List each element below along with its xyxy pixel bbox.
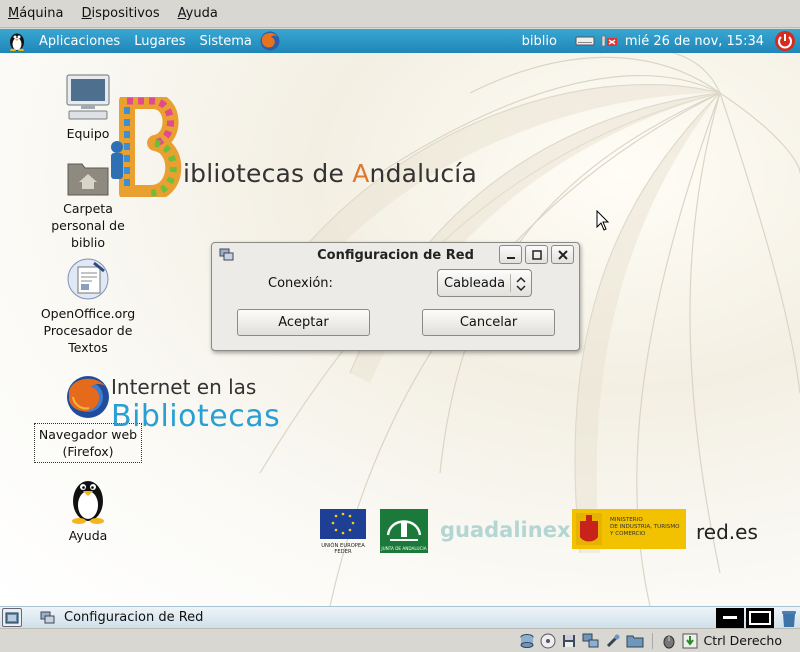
user-name[interactable]: biblio <box>522 34 557 49</box>
menu-maquina-rest: áquina <box>19 6 64 21</box>
minimize-button[interactable] <box>499 245 522 264</box>
desktop-icon-ayuda[interactable]: Ayuda <box>28 473 148 544</box>
sponsors-bar: UNIÓN EUROPEA FEDER JUNTA DE ANDALUCIA g… <box>318 507 778 555</box>
workspace-window-mark <box>749 610 771 625</box>
biblio-word-end: ndalucía <box>369 159 477 188</box>
network-adapter-icon[interactable] <box>582 633 600 649</box>
menu-lugares[interactable]: Lugares <box>127 34 192 49</box>
volume-muted-icon[interactable] <box>601 34 619 48</box>
mouse-pointer-icon <box>596 209 610 236</box>
desktop-icon-label: Carpeta personal de biblio <box>51 201 125 250</box>
separator <box>652 632 654 649</box>
firefox-launcher-icon[interactable] <box>259 30 281 52</box>
cancel-button[interactable]: Cancelar <box>422 309 555 336</box>
cd-icon[interactable] <box>540 633 556 649</box>
network-window-icon <box>219 248 235 266</box>
accept-button[interactable]: Aceptar <box>237 309 370 336</box>
desktop-icon-openoffice-writer[interactable]: OpenOffice.org Procesador de Textos <box>28 255 148 356</box>
shared-folders-icon[interactable] <box>626 633 644 649</box>
biblio-b-logo <box>111 93 182 201</box>
connection-label: Conexión: <box>268 276 333 291</box>
desktop-icon-label: Ayuda <box>68 528 108 543</box>
network-config-dialog: Configuracion de Red Conexión: Cableada … <box>211 242 580 351</box>
ue-line1: UNIÓN EUROPEA <box>321 542 365 549</box>
vbox-statusbar: Ctrl Derecho <box>0 628 800 652</box>
junta-text: JUNTA DE ANDALUCIA <box>380 546 426 551</box>
maximize-button[interactable] <box>525 245 548 264</box>
bibliotecas-andalucia-text: ibliotecas de Andalucía <box>183 159 477 188</box>
ministerio-line2: DE INDUSTRIA, TURISMO <box>610 524 680 530</box>
shutdown-icon[interactable] <box>774 30 796 52</box>
updown-arrow-icon <box>516 276 526 296</box>
biblio-word-a: A <box>352 159 370 188</box>
taskbar-item-network-config[interactable]: Configuracion de Red <box>40 610 203 625</box>
close-button[interactable] <box>551 245 574 264</box>
hard-disk-icon[interactable] <box>519 633 535 649</box>
workspace-window-mark <box>723 616 737 619</box>
top-panel: Aplicaciones Lugares Sistema biblio mié … <box>0 29 800 53</box>
menu-maquina[interactable]: Máquina <box>6 4 66 23</box>
eu-flag-logo <box>320 509 366 539</box>
internet-bibliotecas-logo: Internet en las Bibliotecas <box>111 375 280 434</box>
drive-icon[interactable] <box>575 34 595 48</box>
workspace-switcher <box>716 607 798 628</box>
internet-line2: Bibliotecas <box>111 399 281 434</box>
tux-icon <box>28 473 148 525</box>
ministerio-line3: Y COMERCIO <box>609 531 646 537</box>
menu-aplicaciones[interactable]: Aplicaciones <box>32 34 127 49</box>
dialog-title: Configuracion de Red <box>317 247 474 263</box>
show-desktop-button[interactable] <box>2 608 22 627</box>
menu-dispositivos-rest: ispositivos <box>91 6 160 21</box>
mouse-integration-icon[interactable] <box>661 633 677 649</box>
dialog-titlebar[interactable]: Configuracion de Red <box>212 243 579 267</box>
workspace-2[interactable] <box>746 607 774 628</box>
floppy-icon[interactable] <box>561 633 577 649</box>
connection-select[interactable]: Cableada <box>437 269 532 297</box>
host-key-icon[interactable] <box>682 633 698 649</box>
desktop-icon-label: OpenOffice.org Procesador de Textos <box>40 306 136 355</box>
vbox-menubar: Máquina Dispositivos Ayuda <box>0 0 800 28</box>
usb-icon[interactable] <box>605 633 621 649</box>
clock[interactable]: mié 26 de nov, 15:34 <box>625 34 764 49</box>
connection-row: Conexión: Cableada <box>212 269 579 299</box>
biblio-word-part: ibliotecas de <box>183 159 353 188</box>
bottom-panel: Configuracion de Red <box>0 606 800 628</box>
internet-line1: Internet en las <box>111 375 257 399</box>
ue-line2: FEDER <box>334 549 352 555</box>
network-window-icon <box>40 611 56 625</box>
workspace-1[interactable] <box>716 607 744 628</box>
redes-text: red.es <box>696 520 758 544</box>
menu-dispositivos[interactable]: Dispositivos <box>80 4 162 23</box>
connection-value: Cableada <box>444 275 506 291</box>
taskbar-item-label: Configuracion de Red <box>64 610 204 625</box>
menu-ayuda-rest: yuda <box>185 6 218 21</box>
tux-menu-icon[interactable] <box>8 31 26 51</box>
ministerio-line1: MINISTERIO <box>610 517 643 523</box>
host-key-label: Ctrl Derecho <box>703 633 782 648</box>
writer-icon <box>28 255 148 303</box>
trash-icon[interactable] <box>780 608 798 628</box>
menu-sistema[interactable]: Sistema <box>193 34 259 49</box>
menu-ayuda[interactable]: Ayuda <box>176 4 220 23</box>
combo-separator <box>510 274 511 292</box>
bibliotecas-andalucia-logo: ibliotecas de Andalucía <box>105 93 477 201</box>
